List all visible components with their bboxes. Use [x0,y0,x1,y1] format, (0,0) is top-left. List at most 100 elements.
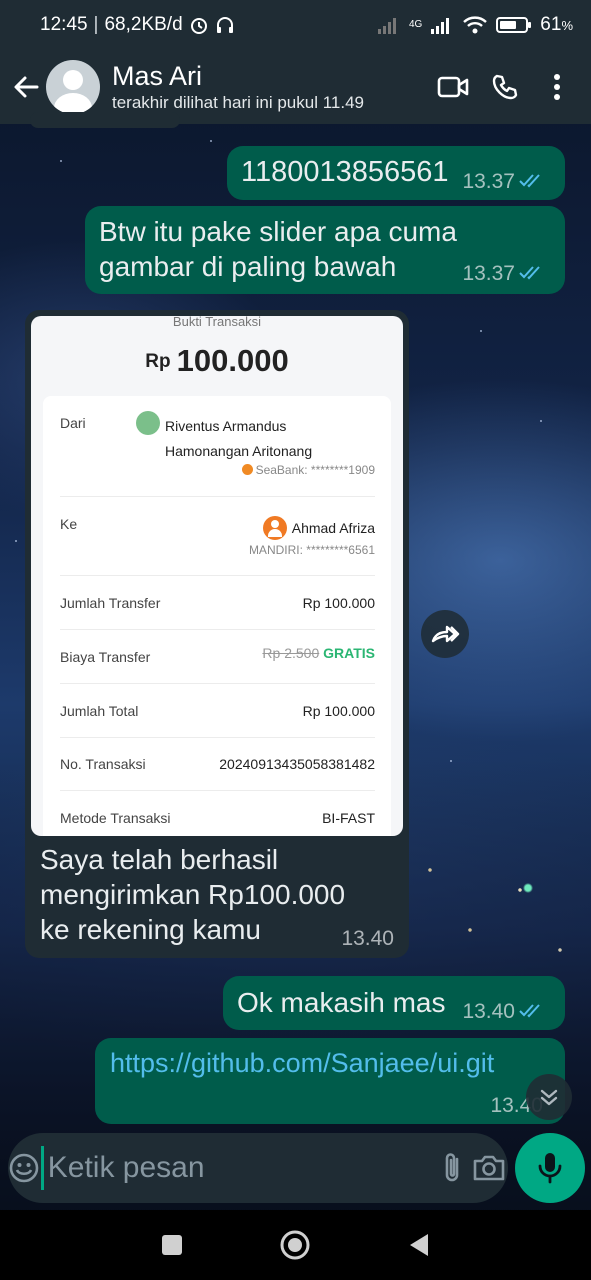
message-time: 13.37 [462,262,515,285]
message-meta: 13.37 [462,170,545,194]
transaction-receipt-image[interactable]: Bukti Transaksi Rp 100.000 Dari Riventus … [31,316,403,836]
microphone-icon[interactable] [515,1133,585,1203]
message-text: Btw itu pake slider apa cuma gambar di p… [99,216,457,282]
seabank-logo-icon [241,464,253,475]
receipt-divider [60,496,375,497]
message-composer [8,1133,508,1203]
phone-icon[interactable] [479,61,531,113]
message-text: 1180013856561 [241,156,449,188]
receipt-amount: Rp 100.000 [31,343,403,379]
headphones-icon [215,15,235,35]
sender-name-line1: Riventus Armandus [165,418,287,434]
back-triangle-icon[interactable] [394,1220,444,1270]
battery-icon [496,16,532,34]
forward-icon[interactable] [421,610,469,658]
emoji-icon[interactable] [8,1152,41,1184]
fee-original-strikethrough: Rp 2.500 [262,645,320,661]
receipt-row-jumlah-transfer: Jumlah Transfer Rp 100.000 [60,595,375,611]
battery-percent: 61 [540,14,562,35]
attachment-icon[interactable] [434,1151,471,1185]
read-ticks-icon [519,262,545,286]
previous-message-partial[interactable] [30,112,180,128]
scroll-to-bottom-chevron-icon[interactable] [526,1074,572,1120]
receipt-title: Bukti Transaksi [172,316,262,329]
message-time: 13.37 [462,170,515,193]
receipt-row-jumlah-total: Jumlah Total Rp 100.000 [60,703,375,719]
chat-messages[interactable]: 1180013856561 13.37 Btw itu pake slider … [0,112,591,1134]
receipt-row-label: Jumlah Transfer [60,595,161,611]
receipt-row-label: No. Transaksi [60,756,146,772]
camera-icon[interactable] [471,1154,508,1182]
contact-info[interactable]: Mas Ari terakhir dilihat hari ini pukul … [112,61,427,113]
image-caption: Saya telah berhasil mengirimkan Rp100.00… [40,844,346,945]
fee-free-badge: GRATIS [323,645,375,661]
video-call-icon[interactable] [427,61,479,113]
message-bubble-outgoing[interactable]: Ok makasih mas 13.40 [223,976,565,1030]
message-time: 13.40 [462,1000,515,1023]
message-bubble-outgoing[interactable]: 1180013856561 13.37 [227,146,565,200]
receipt-divider [60,790,375,791]
system-navigation-bar [0,1210,591,1280]
receipt-row-value: Rp 100.000 [302,703,375,719]
wifi-icon [462,15,488,35]
battery-level: 61% [540,14,573,36]
receipt-row-biaya-transfer: Biaya Transfer Rp 2.500 GRATIS [60,645,375,665]
status-bar: 12:45 | 68,2KB/d 4G 61% [0,0,591,50]
recipient-name: Ahmad Afriza [291,520,375,536]
network-type: 4G [409,20,422,30]
receipt-row-label: Metode Transaksi [60,810,171,826]
network-type-label: 4G [408,19,423,30]
receipt-details-card: Dari Riventus Armandus Hamonangan Ariton… [43,396,391,836]
recents-square-icon[interactable] [147,1220,197,1270]
signal-weak-icon [377,16,401,34]
more-vert-icon[interactable] [531,61,583,113]
receipt-row-value: BI-FAST [322,810,375,826]
receipt-to-row: Ke Ahmad Afriza MANDIRI: *********6561 [60,516,375,557]
receipt-from-row: Dari Riventus Armandus Hamonangan Ariton… [60,411,375,485]
receipt-row-value: Rp 100.000 [302,595,375,611]
message-input[interactable] [40,1146,434,1190]
message-link[interactable]: https://github.com/Sanjaee/ui.git [110,1046,494,1081]
read-ticks-icon [519,1000,545,1024]
message-time: 13.40 [341,927,394,950]
message-meta: 13.40 [341,927,394,951]
receipt-row-value: 20240913435058381482 [219,756,375,772]
sender-photo-avatar [136,411,160,435]
message-bubble-incoming-image[interactable]: Bukti Transaksi Rp 100.000 Dari Riventus … [25,310,409,958]
receipt-row-label: Jumlah Total [60,703,139,719]
receipt-to-label: Ke [60,516,78,532]
back-arrow-icon[interactable] [6,67,46,107]
receipt-divider [60,737,375,738]
receipt-row-value: Rp 2.500 GRATIS [262,645,375,661]
receipt-currency: Rp [145,351,171,372]
sender-bank-account: SeaBank: ********1909 [255,463,375,477]
message-meta: 13.37 [462,262,545,286]
status-time: 12:45 [40,14,88,35]
avatar-body [54,93,92,114]
last-seen-status: terakhir dilihat hari ini pukul 11.49 [112,93,364,112]
sender-name-line2: Hamonangan Aritonang [165,443,313,459]
receipt-row-label: Biaya Transfer [60,649,151,665]
alarm-icon [189,15,209,35]
receipt-row-metode-transaksi: Metode Transaksi BI-FAST [60,810,375,826]
message-text: Ok makasih mas [237,987,446,1018]
message-meta: 13.40 [462,1000,545,1024]
read-ticks-icon [519,170,545,194]
home-circle-icon[interactable] [270,1220,320,1270]
recipient-bank-account: MANDIRI: *********6561 [248,543,375,557]
recipient-name-wrap: Ahmad Afriza [262,516,375,540]
receipt-divider [60,683,375,684]
sender-bank: SeaBank: ********1909 [241,463,375,477]
status-data-rate: 68,2KB/d [104,14,183,35]
signal-strength-icon [430,16,454,34]
contact-avatar[interactable] [46,60,100,114]
recipient-avatar-icon [262,516,287,540]
contact-name: Mas Ari [112,61,203,91]
receipt-amount-value: 100.000 [176,343,289,378]
status-separator: | [93,14,99,35]
receipt-row-no-transaksi: No. Transaksi 20240913435058381482 [60,756,375,772]
message-bubble-outgoing[interactable]: https://github.com/Sanjaee/ui.git 13.40 [95,1038,565,1124]
avatar-head [63,70,83,90]
message-bubble-outgoing[interactable]: Btw itu pake slider apa cuma gambar di p… [85,206,565,294]
receipt-from-label: Dari [60,415,86,431]
